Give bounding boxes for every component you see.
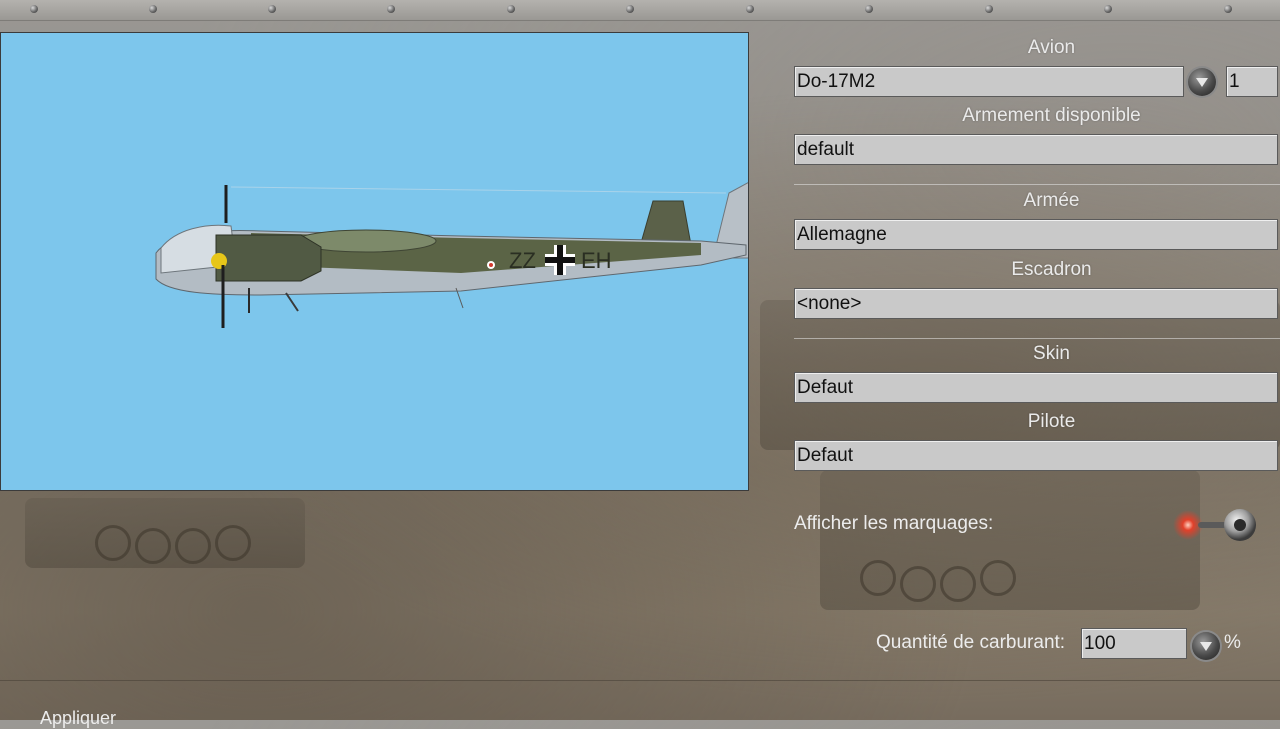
rivet-icon xyxy=(1104,5,1112,13)
tail-code-text: EH xyxy=(581,248,612,273)
rivet-icon xyxy=(387,5,395,13)
section-divider xyxy=(794,184,1280,185)
aircraft-illustration: ZZ EH xyxy=(155,182,748,328)
avion-count-field[interactable]: 1 xyxy=(1226,66,1278,97)
avion-field[interactable]: Do-17M2 xyxy=(794,66,1184,97)
fuel-dropdown-chevron-down-icon[interactable] xyxy=(1192,632,1220,660)
pilote-field[interactable]: Defaut xyxy=(794,440,1278,471)
armement-label: Armement disponible xyxy=(962,105,1141,126)
rivet-icon xyxy=(30,5,38,13)
skin-field[interactable]: Defaut xyxy=(794,372,1278,403)
marquages-toggle[interactable] xyxy=(1168,507,1260,543)
rivet-icon xyxy=(268,5,276,13)
apply-button[interactable]: Appliquer xyxy=(40,708,116,729)
avion-dropdown-chevron-down-icon[interactable] xyxy=(1188,68,1216,96)
aircraft-preview: ZZ EH xyxy=(0,32,749,491)
armee-label: Armée xyxy=(1023,190,1080,211)
aircraft-settings-panel: Avion Do-17M2 1 Armement disponible defa… xyxy=(794,32,1280,692)
fuel-field[interactable]: 100 xyxy=(1081,628,1187,659)
fuel-label: Quantité de carburant: xyxy=(876,632,1066,653)
rivet-icon xyxy=(746,5,754,13)
section-divider xyxy=(794,338,1280,339)
avion-label: Avion xyxy=(1027,37,1076,58)
toggle-icon xyxy=(1173,509,1256,541)
pilote-label: Pilote xyxy=(1027,411,1076,432)
rivet-icon xyxy=(149,5,157,13)
rivet-icon xyxy=(985,5,993,13)
escadron-label: Escadron xyxy=(1011,259,1092,280)
fuselage-code-text: ZZ xyxy=(509,248,536,273)
fuel-unit: % xyxy=(1224,632,1241,653)
escadron-field[interactable]: <none> xyxy=(794,288,1278,319)
rivet-icon xyxy=(865,5,873,13)
armee-field[interactable]: Allemagne xyxy=(794,219,1278,250)
top-frame-bar xyxy=(0,0,1280,21)
skin-label: Skin xyxy=(1033,343,1070,364)
armement-field[interactable]: default xyxy=(794,134,1278,165)
rivet-icon xyxy=(507,5,515,13)
bottom-divider xyxy=(0,680,1280,681)
rivet-icon xyxy=(1224,5,1232,13)
bottom-bar: Appliquer xyxy=(0,680,1280,728)
rivet-icon xyxy=(626,5,634,13)
marquages-label: Afficher les marquages: xyxy=(794,513,994,534)
